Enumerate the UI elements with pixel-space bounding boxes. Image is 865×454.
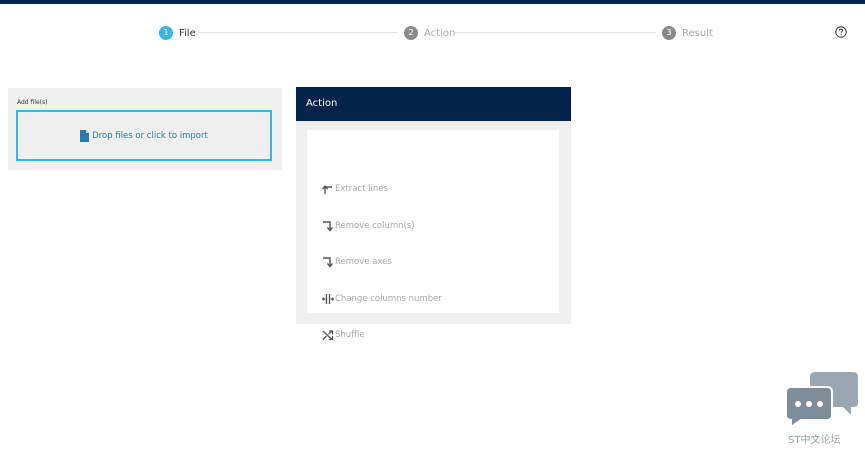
step-action[interactable]: 2 Action (404, 25, 455, 41)
action-label: Shuffle (335, 330, 365, 340)
action-panel: Action Extract lines Remove column(s) Re… (296, 87, 571, 341)
action-extract-lines[interactable]: Extract lines (322, 182, 388, 196)
action-label: Extract lines (335, 184, 388, 194)
corner-down-right-arrow-icon (323, 221, 334, 232)
action-label: Change columns number (335, 294, 442, 304)
step-number-badge: 3 (662, 26, 676, 40)
corner-down-right-arrow-icon (323, 257, 334, 268)
action-list: Extract lines Remove column(s) Remove ax… (307, 130, 559, 341)
watermark-text: ST中文论坛 (788, 435, 841, 446)
action-label: Remove column(s) (335, 221, 415, 231)
action-remove-columns[interactable]: Remove column(s) (322, 219, 415, 233)
step-number-badge: 2 (404, 26, 418, 40)
step-file[interactable]: 1 File (159, 25, 196, 41)
step-result[interactable]: 3 Result (662, 25, 713, 41)
step-connector (199, 32, 398, 33)
dropzone-label: Drop files or click to import (92, 130, 208, 141)
step-connector (455, 32, 656, 33)
add-files-title: Add file(s) (17, 99, 48, 106)
step-label: File (179, 27, 196, 39)
action-remove-axes[interactable]: Remove axes (322, 255, 392, 269)
add-files-panel: Add file(s) Drop files or click to impor… (8, 88, 282, 170)
file-icon (80, 129, 90, 142)
forum-watermark: ST中文论坛 (785, 370, 860, 450)
action-label: Remove axes (335, 257, 392, 267)
step-label: Action (424, 27, 456, 39)
action-shuffle[interactable]: Shuffle (322, 328, 365, 342)
columns-split-icon (322, 294, 334, 304)
file-dropzone[interactable]: Drop files or click to import (16, 110, 272, 161)
chat-bubbles-icon (785, 372, 858, 428)
question-circle-icon[interactable] (835, 26, 847, 38)
step-label: Result (682, 27, 713, 39)
action-panel-title: Action (296, 87, 571, 121)
shuffle-icon (322, 330, 334, 341)
step-number-badge: 1 (159, 26, 173, 40)
action-change-columns-number[interactable]: Change columns number (322, 292, 442, 306)
top-accent-bar (0, 0, 865, 4)
corner-up-left-arrow-icon (322, 184, 332, 194)
